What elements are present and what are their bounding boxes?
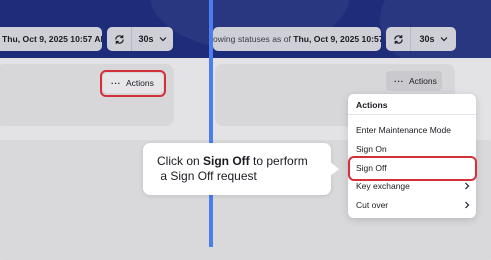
refresh-interval-value: 30s xyxy=(138,34,154,44)
refresh-interval-value: 30s xyxy=(419,34,435,44)
actions-button-right[interactable]: ··· Actions xyxy=(386,71,442,91)
menu-item-label: Cut over xyxy=(356,200,389,210)
menu-item-enter-maintenance-mode[interactable]: Enter Maintenance Mode xyxy=(356,122,470,138)
refresh-icon[interactable] xyxy=(107,27,132,51)
refresh-control-left[interactable]: 30s xyxy=(107,27,173,51)
status-timestamp-right: owing statuses as of Thu, Oct 9, 2025 10… xyxy=(213,27,381,51)
refresh-control-right[interactable]: 30s xyxy=(386,27,456,51)
highlight-sign-off xyxy=(348,156,477,181)
status-timestamp-left: Thu, Oct 9, 2025 10:57 AM xyxy=(0,27,102,51)
split-divider xyxy=(209,0,213,247)
tooltip-suffix: to perform xyxy=(249,154,308,168)
chevron-down-icon xyxy=(440,37,447,42)
more-dots-icon: ··· xyxy=(394,76,404,86)
refresh-interval-select[interactable]: 30s xyxy=(411,34,456,44)
chevron-right-icon xyxy=(465,182,470,190)
status-prefix: owing statuses as of xyxy=(213,34,294,44)
menu-item-label: Sign On xyxy=(356,144,387,154)
chevron-down-icon xyxy=(159,37,166,42)
menu-item-label: Enter Maintenance Mode xyxy=(356,125,451,135)
tooltip-arrow xyxy=(329,161,339,177)
status-date: Thu, Oct 9, 2025 10:57 AM xyxy=(293,34,381,44)
menu-title: Actions xyxy=(356,100,388,110)
refresh-icon[interactable] xyxy=(386,27,411,51)
tooltip-highlight: Sign Off xyxy=(203,154,250,168)
tooltip-text: Click on Sign Off to perform a Sign Off … xyxy=(157,154,327,184)
chevron-right-icon xyxy=(465,201,470,209)
highlight-actions-button xyxy=(100,70,166,97)
status-date: Thu, Oct 9, 2025 10:57 AM xyxy=(2,34,102,44)
menu-divider xyxy=(348,114,476,115)
refresh-interval-select[interactable]: 30s xyxy=(132,34,173,44)
menu-item-cut-over[interactable]: Cut over xyxy=(356,197,470,213)
menu-item-sign-on[interactable]: Sign On xyxy=(356,141,470,157)
actions-label: Actions xyxy=(409,76,437,86)
guide-tooltip: Click on Sign Off to perform a Sign Off … xyxy=(143,143,331,195)
tooltip-prefix: Click on xyxy=(157,154,204,168)
tooltip-line2: a Sign Off request xyxy=(160,169,257,183)
